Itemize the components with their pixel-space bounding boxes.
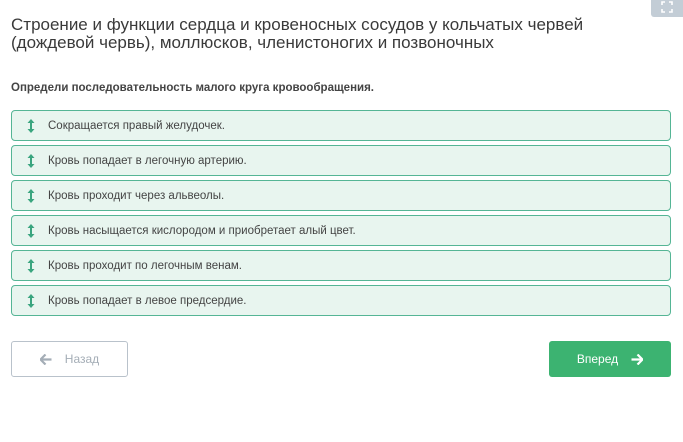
answer-item-5[interactable]: Кровь проходит по легочным венам. — [11, 250, 671, 281]
next-button-label: Вперед — [576, 352, 619, 366]
drag-arrows-icon[interactable] — [27, 153, 35, 168]
drag-arrows-icon[interactable] — [27, 118, 35, 133]
drag-arrows-icon[interactable] — [27, 223, 35, 238]
answer-label: Кровь проходит через альвеолы. — [48, 189, 225, 202]
expand-button[interactable] — [651, 0, 683, 17]
page-title: Строение и функции сердца и кровеносных … — [11, 15, 584, 52]
arrow-right-icon — [631, 353, 644, 365]
drag-arrows-icon[interactable] — [27, 293, 35, 308]
answer-item-4[interactable]: Кровь насыщается кислородом и приобретае… — [11, 215, 671, 246]
back-button[interactable]: Назад — [11, 341, 128, 377]
drag-arrows-icon[interactable] — [27, 188, 35, 203]
answer-label: Кровь попадает в левое предсердие. — [48, 294, 247, 307]
answer-list: Сокращается правый желудочек. Кровь попа… — [11, 110, 671, 320]
answer-item-1[interactable]: Сокращается правый желудочек. — [11, 110, 671, 141]
answer-label: Кровь попадает в легочную артерию. — [48, 154, 247, 167]
expand-icon — [661, 0, 673, 18]
answer-item-6[interactable]: Кровь попадает в левое предсердие. — [11, 285, 671, 316]
answer-label: Кровь насыщается кислородом и приобретае… — [48, 224, 356, 237]
answer-item-2[interactable]: Кровь попадает в легочную артерию. — [11, 145, 671, 176]
answer-item-3[interactable]: Кровь проходит через альвеолы. — [11, 180, 671, 211]
task-page: Строение и функции сердца и кровеносных … — [0, 0, 683, 442]
question-text: Определи последовательность малого круга… — [11, 82, 375, 94]
back-button-label: Назад — [64, 352, 100, 366]
next-button[interactable]: Вперед — [549, 341, 671, 377]
arrow-left-icon — [39, 353, 52, 365]
drag-arrows-icon[interactable] — [27, 258, 35, 273]
answer-label: Кровь проходит по легочным венам. — [48, 259, 242, 272]
answer-label: Сокращается правый желудочек. — [48, 119, 225, 132]
